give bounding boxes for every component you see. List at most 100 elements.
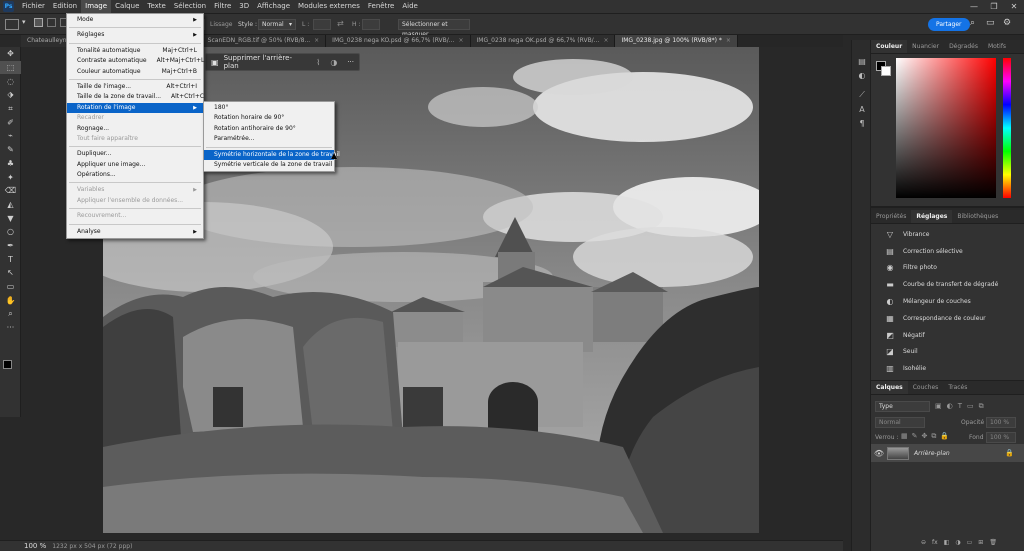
menu-fichier[interactable]: Fichier (18, 0, 49, 13)
tool-icon-20[interactable]: ··· (0, 321, 21, 335)
hue-slider[interactable] (1003, 58, 1011, 198)
adjustment-item[interactable]: ◩ Négatif (871, 327, 1024, 344)
layer-row[interactable]: 👁 Arrière-plan 🔒 (871, 444, 1024, 462)
new-selection-icon[interactable] (34, 18, 43, 27)
layers-action-icon[interactable]: ⊖ (921, 539, 926, 546)
adjustment-item[interactable]: ◪ Seuil (871, 344, 1024, 361)
mask-icon[interactable]: ⌇ (311, 58, 325, 67)
search-icon[interactable]: ⌕ (970, 18, 975, 28)
foreground-color-swatch[interactable] (3, 360, 12, 369)
panel-tab-r-glages[interactable]: Réglages (911, 210, 953, 223)
tool-icon-2[interactable]: ◌ (0, 74, 21, 88)
filter-pixel-icon[interactable]: ▣ (935, 402, 942, 411)
menu-filtre[interactable]: Filtre (210, 0, 235, 13)
layers-action-icon[interactable]: ◑ (955, 539, 960, 546)
visibility-eye-icon[interactable]: 👁 (871, 449, 887, 458)
minimize-icon[interactable]: — (964, 2, 984, 11)
adjustment-item[interactable]: ◉ Filtre photo (871, 260, 1024, 277)
menu-item[interactable]: Tonalité automatique Maj+Ctrl+L (67, 46, 203, 56)
filter-smart-icon[interactable]: ⧉ (979, 402, 984, 411)
select-and-mask-button[interactable]: Sélectionner et masquer... (398, 19, 470, 38)
panel-tab-couches[interactable]: Couches (908, 381, 944, 394)
filter-adjust-icon[interactable]: ◐ (947, 402, 953, 411)
document-tab[interactable]: IMG_0238 nega KO.psd @ 66,7% (RVB/... × (326, 35, 471, 47)
tool-icon-18[interactable]: ✋ (0, 293, 21, 307)
menu-item[interactable]: Symétrie horizontale de la zone de trava… (204, 149, 340, 160)
height-field[interactable] (362, 19, 380, 30)
more-options-button[interactable]: ··· (342, 58, 359, 66)
blend-mode-select[interactable]: Normal (875, 417, 925, 428)
tab-close-icon[interactable]: × (726, 37, 731, 44)
bg-color-swatch[interactable] (881, 66, 891, 76)
layers-action-icon[interactable]: fx (932, 539, 938, 546)
tool-icon-12[interactable]: ▼ (0, 211, 21, 225)
adjustment-item[interactable]: ▤ Correction sélective (871, 243, 1024, 260)
tool-icon-0[interactable]: ✥ (0, 47, 21, 61)
menu-item[interactable]: Rotation de l'image ▶ (67, 102, 203, 114)
history-icon[interactable]: ▤ (852, 54, 872, 68)
menu-affichage[interactable]: Affichage (253, 0, 294, 13)
paths-icon[interactable]: ⟋ (852, 88, 872, 102)
menu-item[interactable]: Symétrie verticale de la zone de travail (204, 160, 334, 170)
menu-item[interactable]: Rognage... (67, 124, 203, 134)
tool-icon-7[interactable]: ✎ (0, 143, 21, 157)
tool-icon-3[interactable]: ⬗ (0, 88, 21, 102)
tool-icon-11[interactable]: ◭ (0, 198, 21, 212)
lock-position-icon[interactable]: ✥ (922, 432, 928, 441)
layers-action-icon[interactable]: ◧ (944, 539, 950, 546)
document-dimensions[interactable]: 1232 px x 504 px (72 ppp) (52, 543, 132, 550)
menu-item[interactable]: Taille de la zone de travail... Alt+Ctrl+… (67, 92, 204, 102)
opacity-field[interactable]: 100 % (986, 417, 1016, 428)
tab-close-icon[interactable]: × (314, 37, 319, 44)
menu-item[interactable]: Rotation horaire de 90° (204, 113, 334, 123)
menu-3d[interactable]: 3D (235, 0, 253, 13)
filter-text-icon[interactable]: T (958, 402, 962, 411)
tool-icon-15[interactable]: T (0, 252, 21, 266)
panel-tab-couleur[interactable]: Couleur (871, 40, 908, 53)
remove-background-button[interactable]: Supprimer l'arrière-plan (224, 54, 312, 70)
maximize-icon[interactable]: ❐ (984, 2, 1004, 11)
panel-tab-trac-s[interactable]: Tracés (943, 381, 972, 394)
workspace-icon[interactable]: ▭ (986, 18, 995, 28)
tool-icon-14[interactable]: ✒ (0, 239, 21, 253)
menu-fen-tre[interactable]: Fenêtre (364, 0, 398, 13)
document-tab[interactable]: IMG_0238 nega OK.psd @ 66,7% (RVB/... × (470, 35, 616, 47)
document-tab[interactable]: ScanEDN_RGB.tif @ 50% (RVB/8... × (201, 35, 327, 47)
layers-action-icon[interactable]: ⊞ (978, 539, 983, 546)
panel-tab-calques[interactable]: Calques (871, 381, 908, 394)
layers-action-icon[interactable]: ▭ (967, 539, 973, 546)
menu-item[interactable]: Rotation antihoraire de 90° (204, 124, 334, 134)
lock-all-icon[interactable]: 🔒 (940, 432, 949, 441)
menu-item[interactable]: Mode ▶ (67, 15, 203, 25)
menu-aide[interactable]: Aide (398, 0, 421, 13)
chevron-down-icon[interactable]: ▾ (22, 18, 26, 26)
adjustment-item[interactable]: ▥ Isohélie (871, 360, 1024, 377)
tab-close-icon[interactable]: × (603, 37, 608, 44)
tool-icon-4[interactable]: ⌗ (0, 102, 21, 116)
menu-image[interactable]: Image (81, 0, 112, 13)
menu-item[interactable]: Contraste automatique Alt+Maj+Ctrl+L (67, 56, 204, 66)
menu-item[interactable]: Couleur automatique Maj+Ctrl+B (67, 67, 203, 77)
zoom-level[interactable]: 100 % (0, 542, 52, 550)
menu-item[interactable]: Taille de l'image... Alt+Ctrl+I (67, 82, 203, 92)
tool-icon-5[interactable]: ✐ (0, 115, 21, 129)
paragraph-icon[interactable]: ¶ (852, 116, 872, 130)
lock-transparency-icon[interactable]: ▦ (901, 432, 908, 441)
marquee-tool-preset-icon[interactable] (5, 19, 19, 30)
style-select[interactable]: Normal ▾ (258, 19, 296, 30)
swap-icon[interactable]: ⇄ (337, 19, 344, 28)
adjustment-item[interactable]: ◐ Mélangeur de couches (871, 293, 1024, 310)
close-icon[interactable]: ✕ (1004, 2, 1024, 11)
panel-tab-d-grad-s[interactable]: Dégradés (944, 40, 983, 53)
tool-icon-10[interactable]: ⌫ (0, 184, 21, 198)
adjust-icon[interactable]: ◑ (325, 58, 342, 67)
tool-icon-6[interactable]: ⌁ (0, 129, 21, 143)
menu-item[interactable]: Paramétrée... (204, 134, 334, 144)
menu-s-lection[interactable]: Sélection (170, 0, 210, 13)
menu-item[interactable]: Dupliquer... (67, 149, 203, 159)
panel-tab-propri-t-s[interactable]: Propriétés (871, 210, 911, 223)
tool-icon-17[interactable]: ▭ (0, 280, 21, 294)
fill-field[interactable]: 100 % (986, 432, 1016, 443)
menu-texte[interactable]: Texte (143, 0, 169, 13)
menu-item[interactable]: Opérations... (67, 170, 203, 180)
